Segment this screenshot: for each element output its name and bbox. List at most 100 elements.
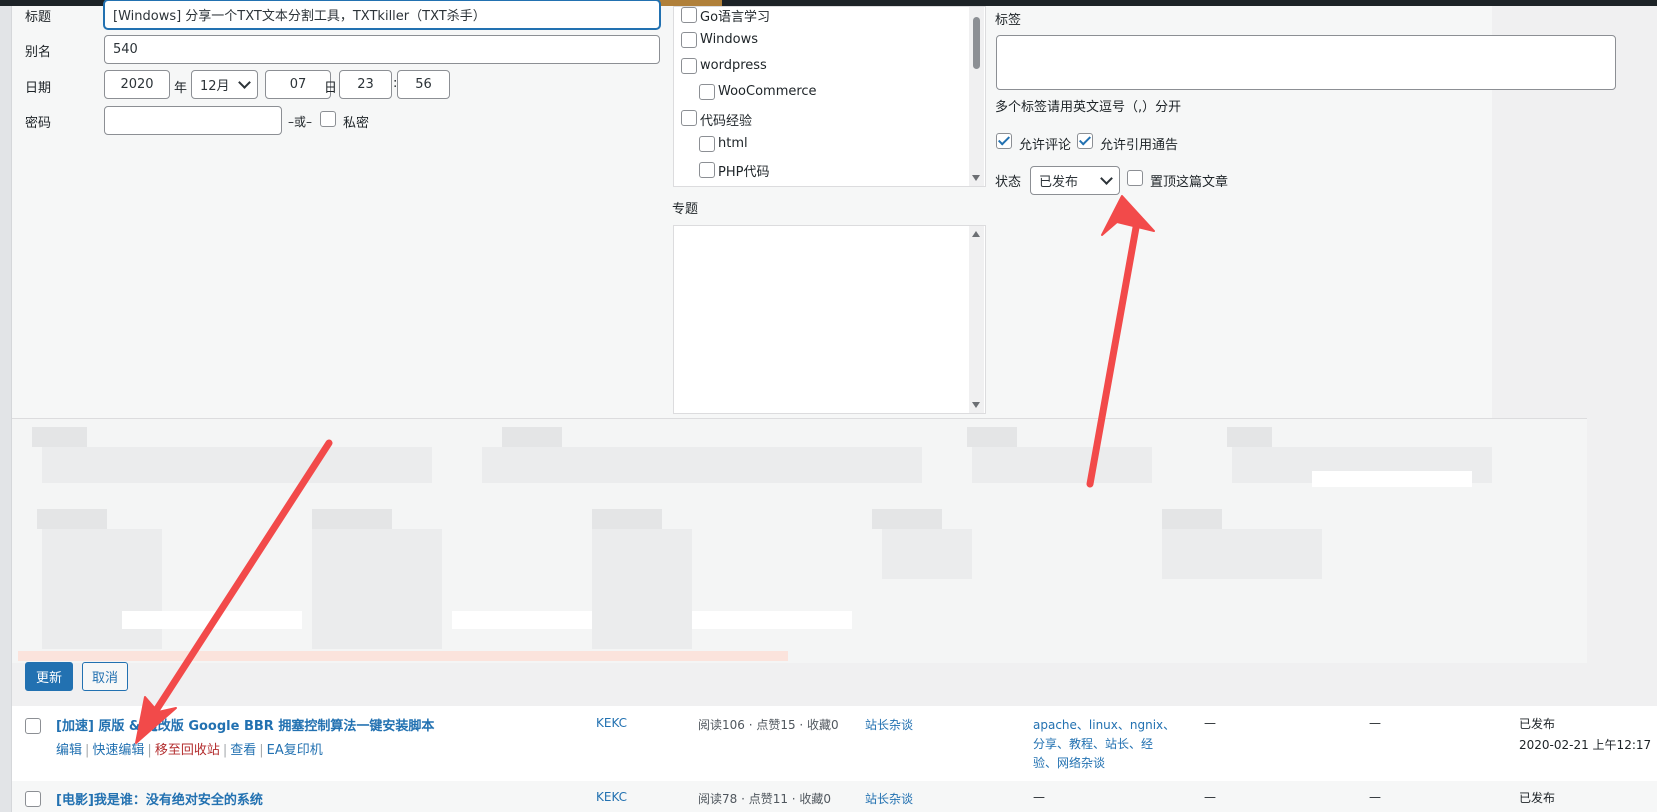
or-text: –或– — [288, 115, 313, 129]
column-value: — — [1204, 716, 1216, 730]
topics-label: 专题 — [672, 202, 699, 217]
post-title-link[interactable]: [电影]我是谁：没有绝对安全的系统 — [56, 789, 263, 808]
post-date: 2020-02-21 上午12:17 — [1519, 738, 1652, 752]
year-unit: 年 — [174, 81, 188, 96]
hour-input[interactable]: 23 — [339, 70, 392, 99]
topics-box[interactable] — [673, 225, 986, 414]
category-label: PHP代码 — [718, 165, 770, 180]
table-row: [电影]我是谁：没有绝对安全的系统 KEKC 阅读78 · 点赞11 · 收藏0… — [12, 781, 1657, 812]
column-value: — — [1204, 790, 1216, 804]
category-checkbox[interactable] — [681, 110, 697, 126]
scroll-down-arrow-icon[interactable] — [972, 402, 980, 408]
category-link[interactable]: 站长杂谈 — [865, 790, 913, 807]
category-checkbox[interactable] — [681, 32, 697, 48]
year-input[interactable]: 2020 — [104, 70, 170, 99]
pixel-block — [1312, 471, 1472, 487]
month-select-value: 12月 — [200, 79, 230, 94]
column-value: — — [1369, 716, 1381, 730]
title-input[interactable]: [Windows] 分享一个TXT文本分割工具，TXTkiller（TXT杀手） — [104, 0, 660, 29]
pixel-block — [592, 529, 692, 649]
pixel-block — [42, 529, 162, 649]
cancel-button[interactable]: 取消 — [82, 662, 128, 691]
allow-comments-checkbox[interactable] — [996, 133, 1012, 149]
pixel-block — [502, 427, 562, 447]
pixel-block — [452, 611, 592, 629]
pixel-block — [1162, 509, 1222, 529]
title-label: 标题 — [25, 10, 52, 25]
pixel-block — [882, 529, 972, 579]
pixel-block — [312, 529, 442, 649]
category-checkbox[interactable] — [681, 7, 697, 23]
scroll-up-arrow-icon[interactable] — [972, 231, 980, 237]
pixel-block — [972, 447, 1152, 483]
category-checkbox[interactable] — [699, 136, 715, 152]
category-checklist[interactable]: Go语言学习 Windows wordpress WooCommerce 代码经… — [673, 6, 986, 187]
allow-pings-checkbox[interactable] — [1077, 133, 1093, 149]
pixel-block — [872, 509, 942, 529]
sticky-label: 置顶这篇文章 — [1150, 175, 1229, 190]
status-label: 状态 — [995, 175, 1022, 190]
tags-links[interactable]: 验、网络杂谈 — [1033, 754, 1105, 771]
pixelated-region — [12, 418, 1587, 663]
pixel-block — [1227, 427, 1272, 447]
category-link[interactable]: 站长杂谈 — [865, 716, 913, 733]
category-label: Go语言学习 — [700, 10, 771, 25]
day-input[interactable]: 07 — [265, 70, 331, 99]
scroll-down-arrow-icon[interactable] — [972, 175, 980, 181]
pixel-block — [122, 611, 302, 629]
row-actions: 编辑 | 快速编辑 | 移至回收站 | 查看 | EA复印机 — [56, 743, 323, 758]
author-link[interactable]: KEKC — [596, 790, 627, 804]
status-select[interactable]: 已发布 — [1030, 166, 1120, 195]
tags-textarea[interactable] — [996, 35, 1616, 90]
author-link[interactable]: KEKC — [596, 716, 627, 730]
update-button[interactable]: 更新 — [25, 662, 73, 691]
pixel-block — [482, 447, 922, 483]
post-status: 已发布 — [1519, 791, 1556, 805]
minute-input[interactable]: 56 — [397, 70, 450, 99]
chevron-down-icon — [1100, 172, 1113, 185]
edit-link[interactable]: 编辑 — [56, 743, 82, 758]
trash-link[interactable]: 移至回收站 — [155, 743, 220, 758]
topics-scrollbar[interactable] — [969, 226, 984, 413]
sticky-checkbox[interactable] — [1127, 170, 1143, 186]
month-select[interactable]: 12月 — [191, 70, 258, 99]
view-link[interactable]: 查看 — [230, 743, 256, 758]
pixel-block — [312, 509, 392, 529]
password-label: 密码 — [25, 116, 52, 131]
slug-input[interactable]: 540 — [104, 35, 660, 64]
category-checkbox[interactable] — [699, 84, 715, 100]
category-checkbox[interactable] — [699, 162, 715, 178]
category-label: html — [718, 136, 748, 151]
private-checkbox[interactable] — [320, 111, 336, 127]
quick-edit-link[interactable]: 快速编辑 — [92, 743, 144, 758]
pixel-block — [37, 509, 107, 529]
category-scrollbar[interactable] — [969, 7, 984, 186]
row-checkbox[interactable] — [25, 791, 41, 807]
scrollbar-thumb[interactable] — [973, 17, 980, 69]
tags-hint: 多个标签请用英文逗号（,）分开 — [995, 100, 1182, 115]
row-checkbox[interactable] — [25, 718, 41, 734]
category-label: wordpress — [700, 58, 767, 73]
date-label: 日期 — [25, 81, 52, 96]
private-label: 私密 — [343, 116, 370, 131]
pixel-block — [592, 509, 662, 529]
pixel-block — [32, 427, 87, 447]
category-label: 代码经验 — [700, 114, 753, 129]
tags-links[interactable]: 分享、教程、站长、经 — [1033, 735, 1153, 752]
table-row: [加速] 原版 & 魔改版 Google BBR 拥塞控制算法一键安装脚本 编辑… — [12, 706, 1657, 781]
pixel-block — [18, 651, 788, 661]
category-checkbox[interactable] — [681, 58, 697, 74]
password-input[interactable] — [104, 106, 282, 135]
post-title-link[interactable]: [加速] 原版 & 魔改版 Google BBR 拥塞控制算法一键安装脚本 — [56, 715, 434, 734]
pixel-block — [42, 447, 432, 483]
slug-label: 别名 — [25, 45, 52, 60]
status-select-value: 已发布 — [1039, 175, 1079, 190]
copy-link[interactable]: EA复印机 — [267, 743, 323, 758]
tags-links[interactable]: apache、linux、ngnix、 — [1033, 716, 1175, 733]
day-unit: 日 — [324, 81, 338, 96]
category-label: WooCommerce — [718, 84, 817, 99]
tags-label: 标签 — [995, 13, 1022, 28]
pixel-block — [967, 427, 1017, 447]
category-label: Windows — [700, 32, 759, 47]
pixel-block — [692, 611, 852, 629]
